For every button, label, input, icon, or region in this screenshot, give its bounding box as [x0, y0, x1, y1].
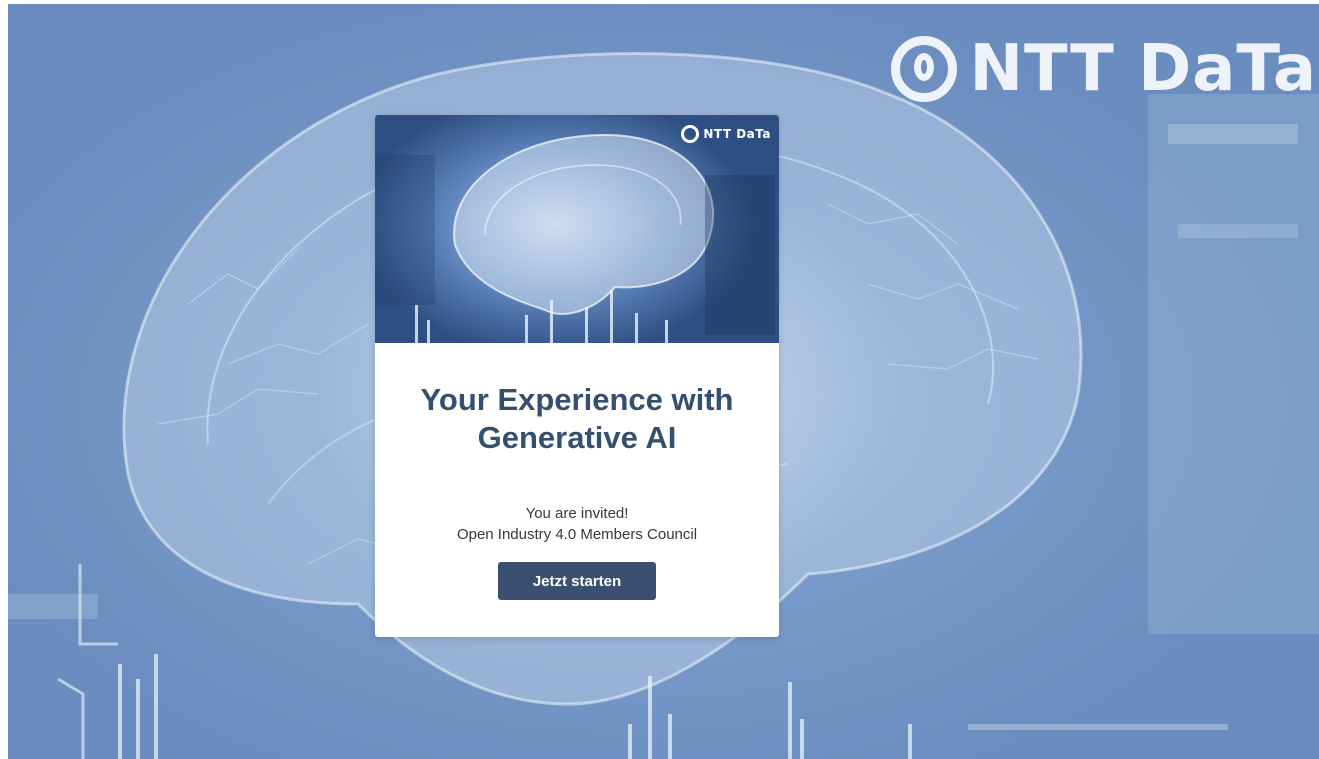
start-button[interactable]: Jetzt starten — [498, 562, 656, 600]
card-logo: NTT DaTa — [681, 125, 771, 143]
invitation-card: NTT DaTa Your Experience with Generative… — [375, 115, 779, 637]
title-line-2: Generative AI — [477, 420, 677, 455]
ntt-data-ring-icon — [891, 36, 958, 102]
brand-logo: NTT DaTa — [891, 26, 1317, 112]
page-title: Your Experience with Generative AI — [395, 381, 759, 457]
card-logo-text: NTT DaTa — [703, 127, 771, 141]
invitation-line-1: You are invited! — [525, 505, 629, 522]
invitation-line-2: Open Industry 4.0 Members Council — [456, 526, 698, 543]
title-line-1: Your Experience with — [420, 382, 734, 417]
card-hero-image: NTT DaTa — [375, 115, 779, 343]
invitation-text: You are invited! Open Industry 4.0 Membe… — [375, 503, 779, 545]
ntt-data-ring-icon — [681, 125, 700, 143]
brand-logo-text: NTT DaTa — [969, 32, 1317, 106]
